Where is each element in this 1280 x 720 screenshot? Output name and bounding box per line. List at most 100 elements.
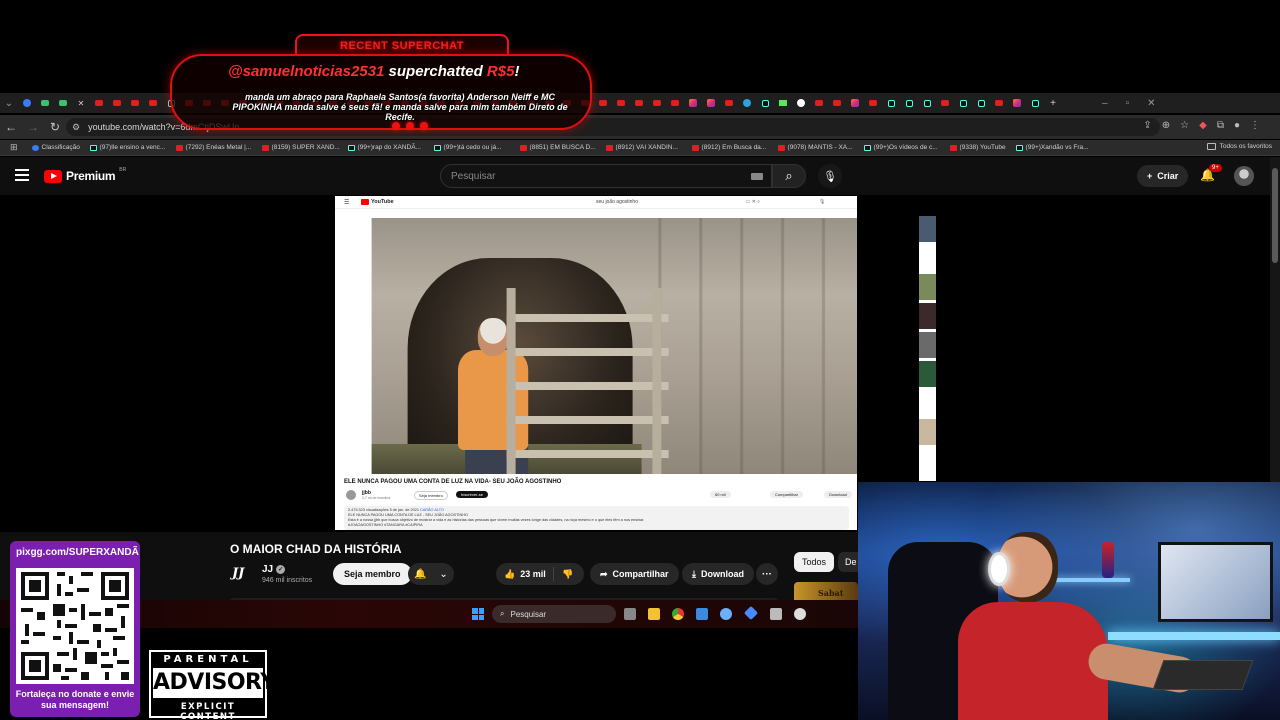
app-icon[interactable] — [770, 608, 782, 620]
tab[interactable] — [882, 96, 900, 110]
keyboard-icon[interactable] — [751, 173, 763, 180]
tab[interactable] — [972, 96, 990, 110]
tab[interactable] — [954, 96, 972, 110]
extensions-puzzle-icon[interactable]: ⧉ — [1217, 120, 1224, 131]
tab-list-button[interactable]: ⌄ — [0, 96, 18, 110]
inner-side-thumbnail — [919, 419, 936, 445]
search-button[interactable]: ⌕ — [772, 164, 806, 188]
like-button[interactable]: 👍 23 mil — [496, 567, 554, 581]
tab[interactable] — [684, 96, 702, 110]
hamburger-menu-icon[interactable] — [15, 169, 29, 184]
voice-search-button[interactable]: 🎙 — [818, 164, 842, 188]
tab[interactable] — [828, 96, 846, 110]
create-button[interactable]: + Criar — [1137, 165, 1189, 187]
tab[interactable] — [144, 96, 162, 110]
tab[interactable] — [936, 96, 954, 110]
close-window-button[interactable]: ✕ — [1147, 98, 1155, 109]
minimize-button[interactable]: – — [1102, 98, 1108, 109]
maximize-button[interactable]: ▫ — [1126, 98, 1130, 109]
tab[interactable] — [900, 96, 918, 110]
bookmark-item[interactable]: (99+)Os vídeos de c... — [863, 144, 950, 151]
download-button[interactable]: ⤓ Download — [682, 563, 754, 585]
tab[interactable] — [810, 96, 828, 110]
tab[interactable] — [108, 96, 126, 110]
zoom-icon[interactable]: ⊕ — [1162, 120, 1170, 131]
scrollbar-thumb[interactable] — [1272, 168, 1278, 263]
tab[interactable] — [18, 96, 36, 110]
bookmark-item[interactable]: (9078) MANTIS - XA... — [777, 144, 864, 151]
bookmark-item[interactable]: (8159) SUPER XAND... — [261, 144, 348, 151]
bookmark-item[interactable]: (99+)tá cedo ou já... — [433, 144, 520, 151]
file-explorer-icon[interactable] — [648, 608, 660, 620]
bookmark-item[interactable]: (8912) VAI XANDIN... — [605, 144, 692, 151]
profile-avatar[interactable]: ● — [1234, 120, 1240, 131]
account-avatar[interactable] — [1234, 166, 1254, 186]
all-bookmarks-button[interactable]: Todos os favoritos — [1206, 143, 1272, 150]
tab[interactable] — [756, 96, 774, 110]
task-view-icon[interactable] — [624, 608, 636, 620]
settings-icon[interactable] — [720, 608, 732, 620]
tab[interactable] — [648, 96, 666, 110]
apps-grid-icon[interactable]: ⊞ — [10, 142, 18, 153]
join-button[interactable]: Seja membro — [333, 563, 412, 585]
video-player[interactable]: ☰ YouTube seu joão agostinho ▭ ✕ ⌕ 🎙 ELE… — [335, 196, 857, 530]
tab[interactable] — [54, 96, 72, 110]
tab-favicon — [599, 100, 607, 106]
bookmark-item[interactable]: Classificação — [31, 144, 90, 151]
windows-start-icon[interactable] — [472, 608, 484, 620]
tab[interactable] — [1008, 96, 1026, 110]
tab[interactable] — [702, 96, 720, 110]
taskbar-search[interactable]: ⌕ Pesquisar — [492, 605, 616, 623]
chrome-icon[interactable] — [672, 608, 684, 620]
bookmark-item[interactable]: (99+)Xandão vs Fra... — [1015, 144, 1096, 151]
bookmark-item[interactable]: (8912) Em Busca da... — [691, 144, 778, 151]
site-info-icon[interactable]: ⚙ — [72, 122, 80, 133]
forward-button[interactable]: → — [22, 120, 44, 134]
extension-icon[interactable]: ◆ — [1199, 120, 1207, 131]
bookmark-item[interactable]: (97)Ile ensino a venc... — [89, 144, 176, 151]
channel-name[interactable]: JJ ✓ — [262, 564, 286, 575]
tab[interactable] — [846, 96, 864, 110]
tab[interactable] — [774, 96, 792, 110]
inner-channel-row: jjbb 2,7 mi de inscritos Seja membro Ins… — [344, 490, 854, 502]
tab[interactable] — [612, 96, 630, 110]
install-icon[interactable]: ⇪ — [1143, 120, 1151, 131]
tab[interactable] — [1026, 96, 1044, 110]
bookmark-item[interactable]: (7292) Enéas Metal |... — [175, 144, 262, 151]
youtube-logo[interactable]: Premium BR — [44, 167, 126, 183]
star-icon[interactable]: ☆ — [1180, 120, 1189, 131]
menu-dots-icon[interactable]: ⋮ — [1250, 120, 1260, 131]
tab[interactable] — [792, 96, 810, 110]
tab[interactable] — [630, 96, 648, 110]
channel-avatar[interactable]: JJ — [232, 566, 252, 582]
bookmark-item[interactable]: (8851) EM BUSCA D... — [519, 144, 606, 151]
bookmark-item[interactable]: (9338) YouTube — [949, 144, 1016, 151]
dislike-button[interactable]: 👎 — [554, 569, 573, 580]
new-tab-button[interactable]: + — [1044, 96, 1062, 110]
inner-side-thumbnail — [919, 216, 936, 242]
chip-all[interactable]: Todos — [794, 552, 835, 572]
tab-close-button[interactable]: ✕ — [72, 96, 90, 110]
tab[interactable] — [666, 96, 684, 110]
tab-favicon — [1013, 99, 1021, 107]
tab[interactable] — [90, 96, 108, 110]
share-button[interactable]: ➦ Compartilhar — [590, 563, 679, 585]
tab[interactable] — [738, 96, 756, 110]
subscribed-bell-button[interactable]: 🔔 ⌄ — [408, 563, 454, 585]
tab[interactable] — [990, 96, 1008, 110]
folder-icon — [1206, 143, 1216, 150]
tab[interactable] — [594, 96, 612, 110]
tab[interactable] — [918, 96, 936, 110]
back-button[interactable]: ← — [0, 120, 22, 134]
bookmark-item[interactable]: (99+)rap do XANDÃ... — [347, 144, 434, 151]
app-icon[interactable] — [743, 605, 759, 621]
tab[interactable] — [126, 96, 144, 110]
reload-button[interactable]: ↻ — [44, 120, 66, 134]
app-icon[interactable] — [696, 608, 708, 620]
more-actions-button[interactable]: ··· — [756, 563, 778, 585]
tab[interactable] — [720, 96, 738, 110]
obs-icon[interactable] — [794, 608, 806, 620]
search-input[interactable]: Pesquisar — [440, 164, 772, 188]
tab[interactable] — [864, 96, 882, 110]
tab[interactable] — [36, 96, 54, 110]
